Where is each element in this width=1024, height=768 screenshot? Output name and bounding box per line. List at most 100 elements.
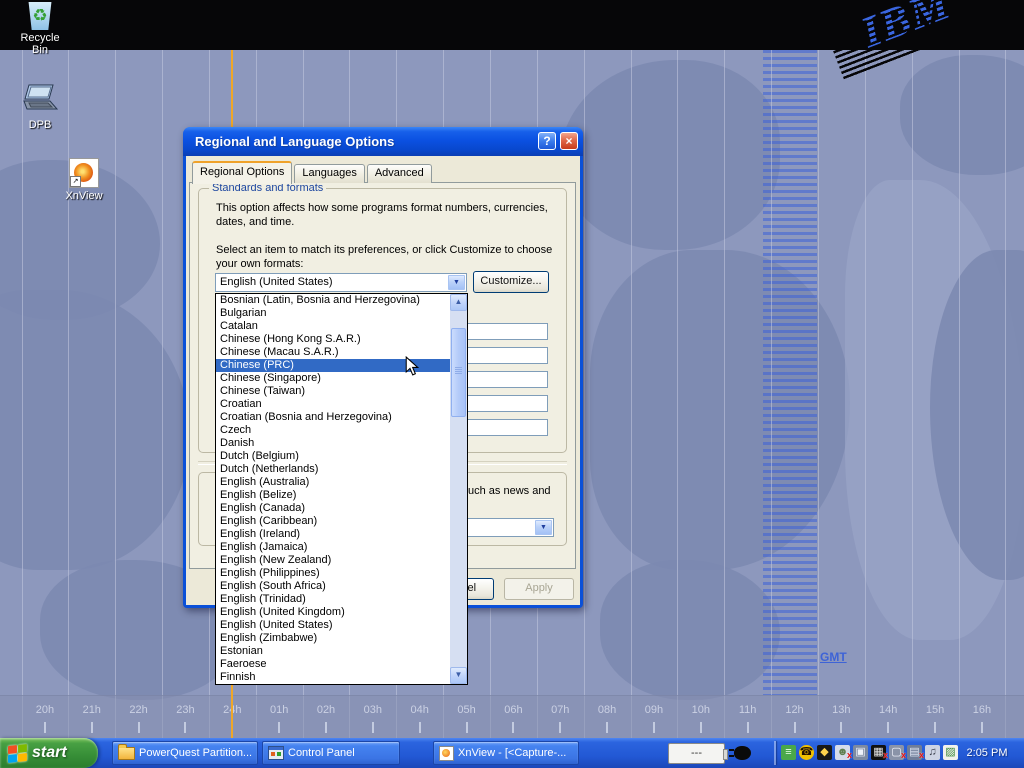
taskbar-button-xnview[interactable]: XnView - [<Capture-...	[433, 741, 579, 765]
dialog-title: Regional and Language Options	[195, 134, 394, 149]
recycle-bin-icon[interactable]: ♻ Recycle Bin	[12, 2, 68, 56]
start-button[interactable]: start	[0, 738, 98, 768]
customize-button[interactable]: Customize...	[473, 271, 549, 293]
locale-option[interactable]: English (United Kingdom)	[216, 606, 450, 619]
tray-glyph: ♫	[928, 745, 936, 760]
network-computer-icon[interactable]: ▣	[853, 745, 868, 760]
volume-icon[interactable]: ♫	[925, 745, 940, 760]
battery-meter[interactable]: ---	[668, 743, 725, 764]
timezone-tick	[466, 722, 468, 733]
tab-regional-options[interactable]: Regional Options	[192, 161, 292, 184]
scrollbar-thumb[interactable]	[451, 328, 466, 417]
chevron-down-icon[interactable]: ▼	[448, 275, 465, 290]
timezone-tick	[372, 722, 374, 733]
locale-option[interactable]: Chinese (Taiwan)	[216, 385, 450, 398]
timezone-hour-label: 09h	[645, 704, 663, 716]
locale-listbox[interactable]: Bosnian (Latin, Bosnia and Herzegovina)B…	[215, 293, 468, 685]
timezone-line	[22, 50, 23, 738]
locale-option[interactable]: English (Zimbabwe)	[216, 632, 450, 645]
icon-label: Recycle Bin	[12, 32, 68, 56]
locale-option[interactable]: Bulgarian	[216, 307, 450, 320]
timezone-tick	[512, 722, 514, 733]
timezone-hour-label: 05h	[457, 704, 475, 716]
locale-option[interactable]: Croatian (Bosnia and Herzegovina)	[216, 411, 450, 424]
locale-option[interactable]: English (Jamaica)	[216, 541, 450, 554]
locale-option[interactable]: Catalan	[216, 320, 450, 333]
timezone-hour-label: 07h	[551, 704, 569, 716]
locale-option[interactable]: Dutch (Belgium)	[216, 450, 450, 463]
locale-combobox[interactable]: English (United States) ▼	[215, 273, 467, 292]
tab-advanced[interactable]: Advanced	[367, 164, 432, 183]
tray-glyph: ◆	[820, 745, 828, 760]
timezone-hour-label: 20h	[36, 704, 54, 716]
timezone-tick	[606, 722, 608, 733]
taskbar-button-powerquest[interactable]: PowerQuest Partition...	[112, 741, 258, 765]
locale-option[interactable]: Czech	[216, 424, 450, 437]
scroll-down-icon[interactable]: ▼	[450, 667, 467, 684]
timezone-tick	[325, 722, 327, 733]
xnview-icon[interactable]: ↗ XnView	[56, 158, 112, 202]
locale-option[interactable]: Dutch (Netherlands)	[216, 463, 450, 476]
timezone-line	[818, 50, 819, 738]
timezone-line	[724, 50, 725, 738]
shortcut-arrow-overlay: ↗	[70, 176, 81, 187]
power-meter-icon[interactable]: ◆	[817, 745, 832, 760]
icon-label: XnView	[56, 190, 112, 202]
tray-glyph: ☎	[800, 745, 814, 760]
timezone-hour-label: 13h	[832, 704, 850, 716]
taskbar-button-label: PowerQuest Partition...	[139, 747, 252, 759]
tab-languages[interactable]: Languages	[294, 164, 364, 183]
tray-glyph: ▣	[855, 745, 865, 760]
locale-option[interactable]: English (New Zealand)	[216, 554, 450, 567]
safely-remove-hardware-icon[interactable]: ≡	[781, 745, 796, 760]
dialog-titlebar[interactable]: Regional and Language Options	[183, 127, 583, 156]
disconnected-drive-icon[interactable]: ▢x	[889, 745, 904, 760]
taskbar-button-label: Control Panel	[288, 747, 355, 759]
chart-tool-icon[interactable]: ▦x	[871, 745, 886, 760]
timezone-tick	[184, 722, 186, 733]
locale-option[interactable]: English (Belize)	[216, 489, 450, 502]
locale-option[interactable]: English (Philippines)	[216, 567, 450, 580]
taskbar-button-control-panel[interactable]: Control Panel	[262, 741, 400, 765]
offline-users-icon[interactable]: ☻x	[835, 745, 850, 760]
locale-option[interactable]: English (Ireland)	[216, 528, 450, 541]
locale-option[interactable]: English (Canada)	[216, 502, 450, 515]
locale-option[interactable]: English (Australia)	[216, 476, 450, 489]
timezone-tick	[934, 722, 936, 733]
system-tray: ≡☎◆☻x▣▦x▢x▤x♫▨	[781, 745, 958, 763]
scroll-up-icon[interactable]: ▲	[450, 294, 467, 311]
taskbar-clock[interactable]: 2:05 PM	[956, 738, 1018, 768]
locale-option[interactable]: English (United States)	[216, 619, 450, 632]
timezone-tick	[747, 722, 749, 733]
locale-option[interactable]: Finnish	[216, 671, 450, 684]
timezone-hour-label: 12h	[785, 704, 803, 716]
timezone-tick	[559, 722, 561, 733]
close-button[interactable]: ×	[560, 132, 578, 150]
phone-tool-icon[interactable]: ☎	[799, 745, 814, 760]
locale-option[interactable]: Danish	[216, 437, 450, 450]
locale-option[interactable]: Bosnian (Latin, Bosnia and Herzegovina)	[216, 294, 450, 307]
locale-option[interactable]: Estonian	[216, 645, 450, 658]
locale-combobox-value: English (United States)	[220, 276, 333, 288]
tab-strip: Regional Options Languages Advanced	[192, 164, 434, 183]
ac-power-plug-icon[interactable]	[734, 746, 751, 760]
listbox-scrollbar[interactable]: ▲ ▼	[450, 294, 467, 684]
timezone-tick	[794, 722, 796, 733]
locale-option[interactable]: Faeroese	[216, 658, 450, 671]
locale-option[interactable]: Chinese (Hong Kong S.A.R.)	[216, 333, 450, 346]
locale-option[interactable]: English (Trinidad)	[216, 593, 450, 606]
dpb-icon[interactable]: DPB	[12, 84, 68, 131]
timezone-line	[68, 50, 69, 738]
timezone-line	[912, 50, 913, 738]
top-banner: IBM	[0, 0, 1024, 50]
help-button[interactable]: ?	[538, 132, 556, 150]
locale-option[interactable]: Croatian	[216, 398, 450, 411]
timezone-hour-label: 02h	[317, 704, 335, 716]
network-offline-icon[interactable]: ▤x	[907, 745, 922, 760]
icon-label: DPB	[12, 119, 68, 131]
locale-option[interactable]: English (Caribbean)	[216, 515, 450, 528]
map-continent	[560, 60, 780, 250]
timezone-line	[162, 50, 163, 738]
chevron-down-icon[interactable]: ▼	[535, 520, 552, 535]
locale-option[interactable]: English (South Africa)	[216, 580, 450, 593]
